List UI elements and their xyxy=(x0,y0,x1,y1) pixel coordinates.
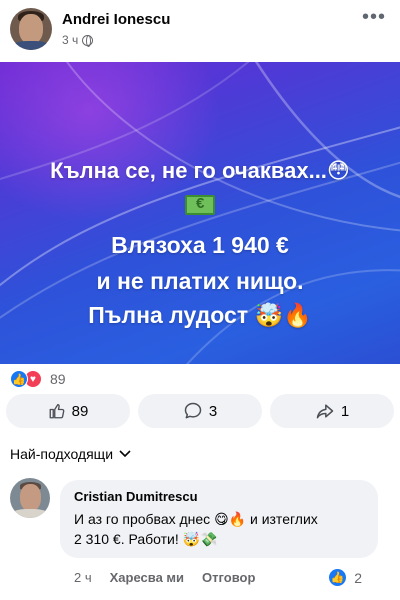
thumbs-up-icon: 👍 xyxy=(10,370,28,388)
post-time[interactable]: 3 ч xyxy=(62,33,78,47)
banner-money-row xyxy=(0,190,400,218)
banner-line-1: Кълна се, не го очаквах...😳 xyxy=(50,158,350,183)
post-header: Andrei Ionescu 3 ч ••• xyxy=(0,0,400,62)
author-name[interactable]: Andrei Ionescu xyxy=(62,11,170,28)
comment-reaction-count: 2 xyxy=(354,569,362,586)
money-bill-icon xyxy=(185,194,215,215)
commenter-avatar[interactable] xyxy=(10,478,50,518)
post-meta: 3 ч xyxy=(62,33,94,47)
comment-count: 3 xyxy=(208,402,218,420)
share-count: 1 xyxy=(340,402,350,420)
thumbs-up-icon xyxy=(49,404,65,419)
comment-like-button[interactable]: Харесва ми xyxy=(110,570,184,585)
reaction-count: 89 xyxy=(50,371,66,387)
thumbs-up-icon: 👍 xyxy=(329,569,347,586)
sort-label: Най-подходящи xyxy=(10,446,114,462)
comment-reactions[interactable]: 👍 2 xyxy=(329,569,362,586)
like-count: 89 xyxy=(71,402,89,420)
comment-author[interactable]: Cristian Dumitrescu xyxy=(74,489,364,504)
comment-sort-dropdown[interactable]: Най-подходящи xyxy=(10,446,131,462)
post-image[interactable]: Кълна се, не го очаквах...😳 Влязоха 1 94… xyxy=(0,62,400,364)
share-arrow-icon xyxy=(316,404,334,419)
comment-text-line-1: И аз го пробвах днес 😋🔥 и изтеглих xyxy=(74,511,318,527)
reaction-summary[interactable]: 👍 ♥ 89 xyxy=(10,370,66,388)
chevron-down-icon xyxy=(119,450,131,458)
banner-line-3: и не платих нищо. xyxy=(96,268,304,294)
banner-line-2: Влязоха 1 940 € xyxy=(111,232,289,258)
share-button[interactable]: 1 xyxy=(270,394,394,428)
comment-reply-button[interactable]: Отговор xyxy=(202,570,255,585)
like-button[interactable]: 89 xyxy=(6,394,130,428)
author-avatar[interactable] xyxy=(10,8,52,50)
comment-bubble-icon xyxy=(184,402,202,419)
comment-time[interactable]: 2 ч xyxy=(74,570,92,585)
more-options-button[interactable]: ••• xyxy=(362,7,386,27)
comment-bubble: Cristian Dumitrescu И аз го пробвах днес… xyxy=(60,480,378,558)
post-actions: 89 3 1 xyxy=(0,394,400,430)
comment-text-line-2: 2 310 €. Работи! 🤯💸 xyxy=(74,531,218,547)
banner-line-4: Пълна лудост 🤯🔥 xyxy=(88,302,312,328)
comment-text: И аз го пробвах днес 😋🔥 и изтеглих 2 310… xyxy=(74,509,364,549)
comment-button[interactable]: 3 xyxy=(138,394,262,428)
comment-meta: 2 ч Харесва ми Отговор xyxy=(74,570,255,585)
globe-icon xyxy=(82,34,94,47)
